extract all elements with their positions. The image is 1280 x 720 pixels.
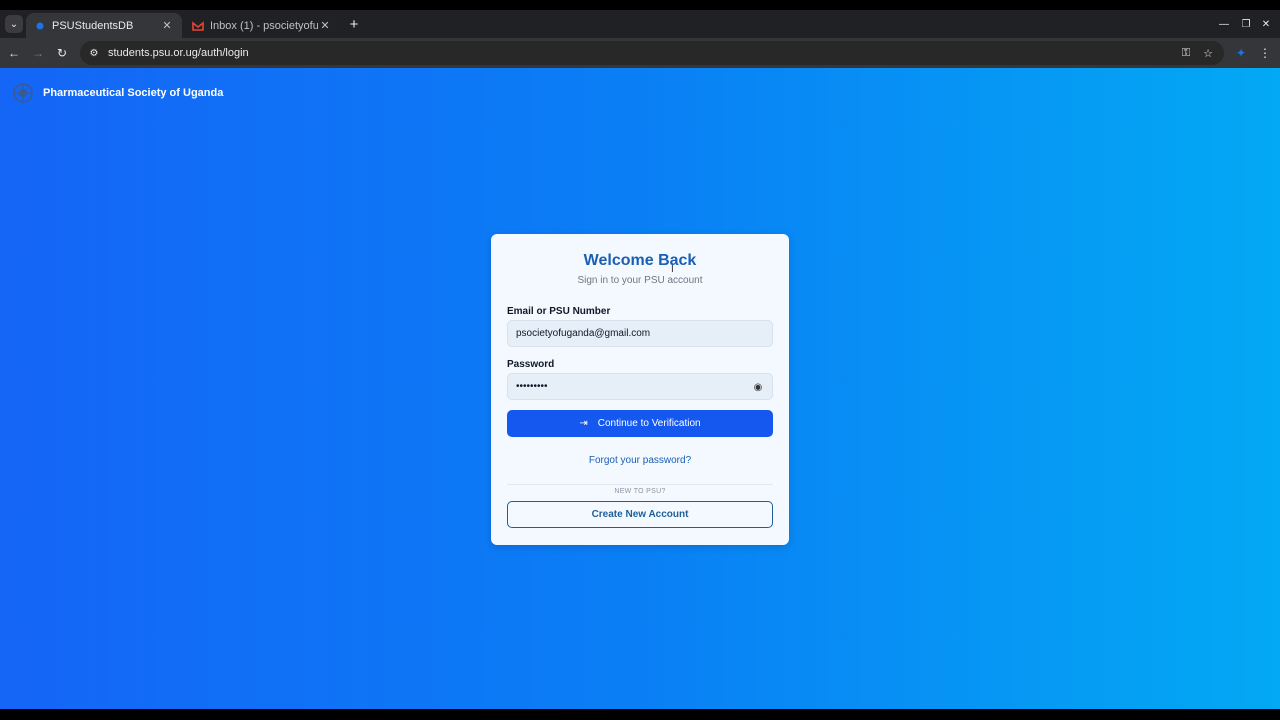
close-icon: ✕ bbox=[1261, 18, 1271, 30]
forgot-password-link[interactable]: Forgot your password? bbox=[491, 455, 789, 466]
close-window-button[interactable]: ✕ bbox=[1258, 16, 1274, 32]
tab-title: PSUStudentsDB bbox=[52, 19, 134, 32]
page-title: Welcome Back bbox=[583, 252, 697, 269]
site-info-icon[interactable]: ⚙ bbox=[86, 45, 102, 61]
site-brand[interactable]: Pharmaceutical Society of Uganda bbox=[10, 80, 223, 106]
continue-button-label: Continue to Verification bbox=[597, 418, 701, 429]
tab-gmail-inbox[interactable]: Inbox (1) - psocietyofuga ✕ bbox=[184, 13, 340, 38]
back-button[interactable]: ← bbox=[5, 44, 23, 62]
close-tab-icon[interactable]: ✕ bbox=[318, 19, 332, 33]
tab-psu-students-db[interactable]: PSUStudentsDB ✕ bbox=[26, 13, 182, 38]
url-text[interactable]: students.psu.or.ug/auth/login bbox=[108, 47, 249, 59]
eye-icon[interactable]: ◉ bbox=[752, 381, 764, 393]
divider-label-wrap: NEW TO PSU? bbox=[491, 480, 789, 498]
window-bottom-edge bbox=[0, 709, 1280, 720]
org-name: Pharmaceutical Society of Uganda bbox=[43, 87, 224, 99]
divider-label: NEW TO PSU? bbox=[608, 488, 672, 495]
page-subtitle: Sign in to your PSU account bbox=[577, 275, 703, 286]
login-page: Pharmaceutical Society of Uganda Welcome… bbox=[0, 68, 1280, 709]
gmail-icon bbox=[192, 20, 204, 32]
bookmark-star-icon[interactable]: ☆ bbox=[1200, 45, 1216, 61]
email-label: Email or PSU Number bbox=[507, 306, 611, 317]
tab-strip: ⌄ PSUStudentsDB ✕ Inbox (1) - psocietyof… bbox=[0, 10, 1280, 38]
psu-logo-icon bbox=[10, 80, 36, 106]
browser-toolbar: ← → ↻ ⚙ students.psu.or.ug/auth/login ⚿ … bbox=[0, 38, 1280, 68]
chevron-down-icon: ⌄ bbox=[9, 18, 19, 30]
login-card: Welcome Back Sign in to your PSU account… bbox=[491, 234, 789, 545]
email-field[interactable] bbox=[516, 328, 746, 339]
password-field[interactable] bbox=[516, 381, 746, 392]
email-field-container bbox=[507, 320, 773, 347]
restore-button[interactable]: ❐ bbox=[1238, 16, 1254, 32]
tab-search-button[interactable]: ⌄ bbox=[5, 15, 23, 33]
arrow-right-icon: → bbox=[32, 46, 44, 60]
create-account-button[interactable]: Create New Account bbox=[507, 501, 773, 528]
password-field-container: ◉ bbox=[507, 373, 773, 400]
restore-icon: ❐ bbox=[1241, 18, 1251, 30]
psu-favicon-icon bbox=[34, 20, 46, 32]
plus-icon: + bbox=[349, 15, 359, 33]
browser-menu-icon[interactable]: ⋮ bbox=[1256, 44, 1274, 62]
login-arrow-icon: ⇥ bbox=[579, 418, 588, 429]
tab-title: Inbox (1) - psocietyofuga bbox=[210, 19, 318, 32]
close-tab-icon[interactable]: ✕ bbox=[160, 19, 174, 33]
new-tab-button[interactable]: + bbox=[346, 15, 362, 33]
continue-button[interactable]: ⇥ Continue to Verification bbox=[507, 410, 773, 437]
text-cursor-icon: I bbox=[671, 264, 674, 275]
minimize-icon: — bbox=[1219, 18, 1229, 30]
arrow-left-icon: ← bbox=[8, 46, 20, 60]
forward-button[interactable]: → bbox=[29, 44, 47, 62]
password-key-icon[interactable]: ⚿ bbox=[1178, 45, 1194, 61]
extension-icon[interactable]: ✦ bbox=[1232, 44, 1250, 62]
window-top-edge bbox=[0, 0, 1280, 10]
minimize-button[interactable]: — bbox=[1216, 16, 1232, 32]
password-label: Password bbox=[507, 359, 555, 370]
reload-icon: ↻ bbox=[56, 46, 68, 60]
reload-button[interactable]: ↻ bbox=[53, 44, 71, 62]
address-bar[interactable]: ⚙ students.psu.or.ug/auth/login ⚿ ☆ bbox=[80, 41, 1224, 65]
